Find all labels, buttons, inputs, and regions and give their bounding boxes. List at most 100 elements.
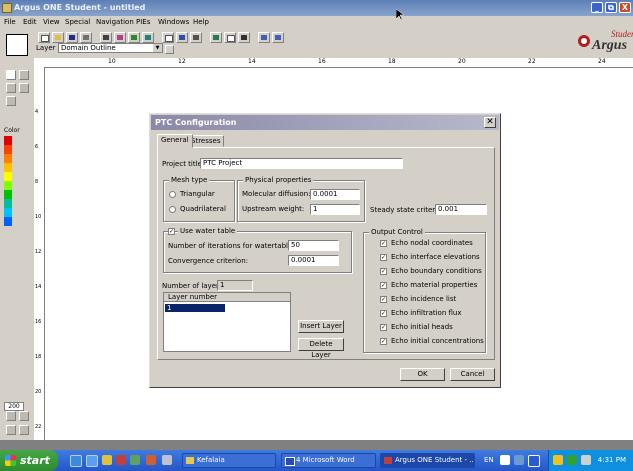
- chevron-down-icon[interactable]: ▼: [153, 44, 162, 52]
- task-kefalaia[interactable]: Kefalaia: [182, 453, 276, 468]
- print-icon[interactable]: [80, 32, 92, 43]
- export-icon[interactable]: [210, 32, 222, 43]
- zoom-out-icon[interactable]: [6, 425, 16, 435]
- line-tool-icon[interactable]: [19, 83, 29, 93]
- quicklaunch-media-icon[interactable]: [130, 455, 140, 465]
- zoom-reset-icon[interactable]: [19, 425, 29, 435]
- help-tray-icon[interactable]: [514, 455, 524, 465]
- echo-material-properties-checkbox[interactable]: ✓: [380, 282, 387, 289]
- tray-network-icon[interactable]: [567, 455, 577, 465]
- quicklaunch-explorer-icon[interactable]: [70, 455, 82, 467]
- echo-incidence-list-checkbox[interactable]: ✓: [380, 296, 387, 303]
- color-palette[interactable]: [4, 136, 12, 226]
- layers-icon[interactable]: [114, 32, 126, 43]
- color-swatch[interactable]: [4, 190, 12, 199]
- import-icon[interactable]: [224, 32, 236, 43]
- zoom-value[interactable]: 200: [4, 402, 24, 411]
- current-color-box[interactable]: [6, 34, 28, 56]
- find-icon[interactable]: [100, 32, 112, 43]
- tab-general[interactable]: General: [157, 134, 193, 148]
- upstream-weight-input[interactable]: 1: [310, 204, 360, 215]
- molecular-diffusion-input[interactable]: 0.0001: [310, 189, 360, 200]
- project-title-input[interactable]: PTC Project: [200, 158, 403, 169]
- save-icon[interactable]: [66, 32, 78, 43]
- hand-tool-icon[interactable]: [6, 83, 16, 93]
- start-button[interactable]: start: [0, 450, 58, 471]
- iterations-input[interactable]: 50: [288, 240, 339, 251]
- layer-number-column-header[interactable]: Layer number: [164, 293, 290, 302]
- color-swatch[interactable]: [4, 145, 12, 154]
- echo-interface-elevations-checkbox[interactable]: ✓: [380, 254, 387, 261]
- task-microsoft-word[interactable]: 4 Microsoft Word: [281, 453, 376, 468]
- menu-file[interactable]: File: [4, 17, 16, 27]
- layer-select[interactable]: Domain Outline ▼: [58, 43, 163, 53]
- quicklaunch-desktop-icon[interactable]: [162, 455, 172, 465]
- delete-layer-button[interactable]: Delete Layer: [298, 338, 344, 359]
- close-app-button[interactable]: X: [619, 2, 631, 13]
- lines-icon[interactable]: [176, 32, 188, 43]
- zoom-fit-icon[interactable]: [19, 411, 29, 421]
- color-swatch[interactable]: [4, 172, 12, 181]
- menu-help[interactable]: Help: [193, 17, 209, 27]
- quicklaunch-folder-icon[interactable]: [102, 455, 112, 465]
- chart-icon[interactable]: [190, 32, 202, 43]
- color-swatch[interactable]: [4, 208, 12, 217]
- open-icon[interactable]: [52, 32, 64, 43]
- color-swatch[interactable]: [4, 136, 12, 145]
- menu-windows[interactable]: Windows: [158, 17, 189, 27]
- node-tool-icon[interactable]: [6, 96, 16, 106]
- convergence-input[interactable]: 0.0001: [288, 255, 339, 266]
- cancel-button[interactable]: Cancel: [450, 368, 495, 381]
- radio-triangular[interactable]: [169, 191, 176, 198]
- settings-icon[interactable]: [258, 32, 270, 43]
- menu-special[interactable]: Special: [65, 17, 90, 27]
- task-argus-one[interactable]: Argus ONE Student - ...: [380, 453, 475, 468]
- echo-nodal-coordinates-checkbox[interactable]: ✓: [380, 240, 387, 247]
- quicklaunch-app-icon[interactable]: [116, 455, 126, 465]
- quicklaunch-firefox-icon[interactable]: [146, 455, 156, 465]
- help-icon[interactable]: [272, 32, 284, 43]
- tab-stresses[interactable]: Stresses: [187, 135, 225, 147]
- run-icon[interactable]: [238, 32, 250, 43]
- minimize-button[interactable]: _: [591, 2, 603, 13]
- grid-icon[interactable]: [142, 32, 154, 43]
- echo-initial-concentrations-checkbox[interactable]: ✓: [380, 338, 387, 345]
- tray-volume-icon[interactable]: [581, 455, 591, 465]
- menu-view[interactable]: View: [43, 17, 60, 27]
- insert-layer-button[interactable]: Insert Layer: [298, 320, 344, 333]
- tray-app-icon[interactable]: [553, 455, 563, 465]
- ruler-tick-label: 10: [108, 58, 116, 65]
- language-indicator[interactable]: EN: [484, 450, 494, 471]
- echo-initial-heads-checkbox[interactable]: ✓: [380, 324, 387, 331]
- restore-button[interactable]: ⧉: [605, 2, 617, 13]
- pointer-tool-icon[interactable]: [6, 70, 16, 80]
- input-method-icon[interactable]: [528, 455, 540, 467]
- close-icon[interactable]: ✕: [484, 117, 496, 128]
- color-swatch[interactable]: [4, 154, 12, 163]
- use-water-table-checkbox[interactable]: ✓: [168, 228, 175, 235]
- menu-pies[interactable]: PIEs: [136, 17, 150, 27]
- layer-spin-icon[interactable]: [165, 45, 174, 54]
- quicklaunch-ie-icon[interactable]: [86, 455, 98, 467]
- ok-button[interactable]: OK: [400, 368, 445, 381]
- echo-boundary-conditions-checkbox[interactable]: ✓: [380, 268, 387, 275]
- zoom-in-icon[interactable]: [6, 411, 16, 421]
- mesh-icon[interactable]: [128, 32, 140, 43]
- table-icon[interactable]: [162, 32, 174, 43]
- new-icon[interactable]: [38, 32, 50, 43]
- ruler-tick-label: 12: [178, 58, 186, 65]
- menu-edit[interactable]: Edit: [23, 17, 37, 27]
- ruler-tick-label: 6: [35, 144, 39, 150]
- keyboard-icon[interactable]: [500, 455, 510, 465]
- layer-list[interactable]: Layer number 1: [163, 292, 291, 352]
- color-swatch[interactable]: [4, 163, 12, 172]
- color-swatch[interactable]: [4, 217, 12, 226]
- color-swatch[interactable]: [4, 199, 12, 208]
- menu-navigation[interactable]: Navigation: [96, 17, 134, 27]
- zoom-tool-icon[interactable]: [19, 70, 29, 80]
- steady-state-input[interactable]: 0.001: [435, 204, 487, 215]
- color-swatch[interactable]: [4, 181, 12, 190]
- list-item[interactable]: 1: [165, 304, 225, 312]
- radio-quadrilateral[interactable]: [169, 206, 176, 213]
- echo-infiltration-flux-checkbox[interactable]: ✓: [380, 310, 387, 317]
